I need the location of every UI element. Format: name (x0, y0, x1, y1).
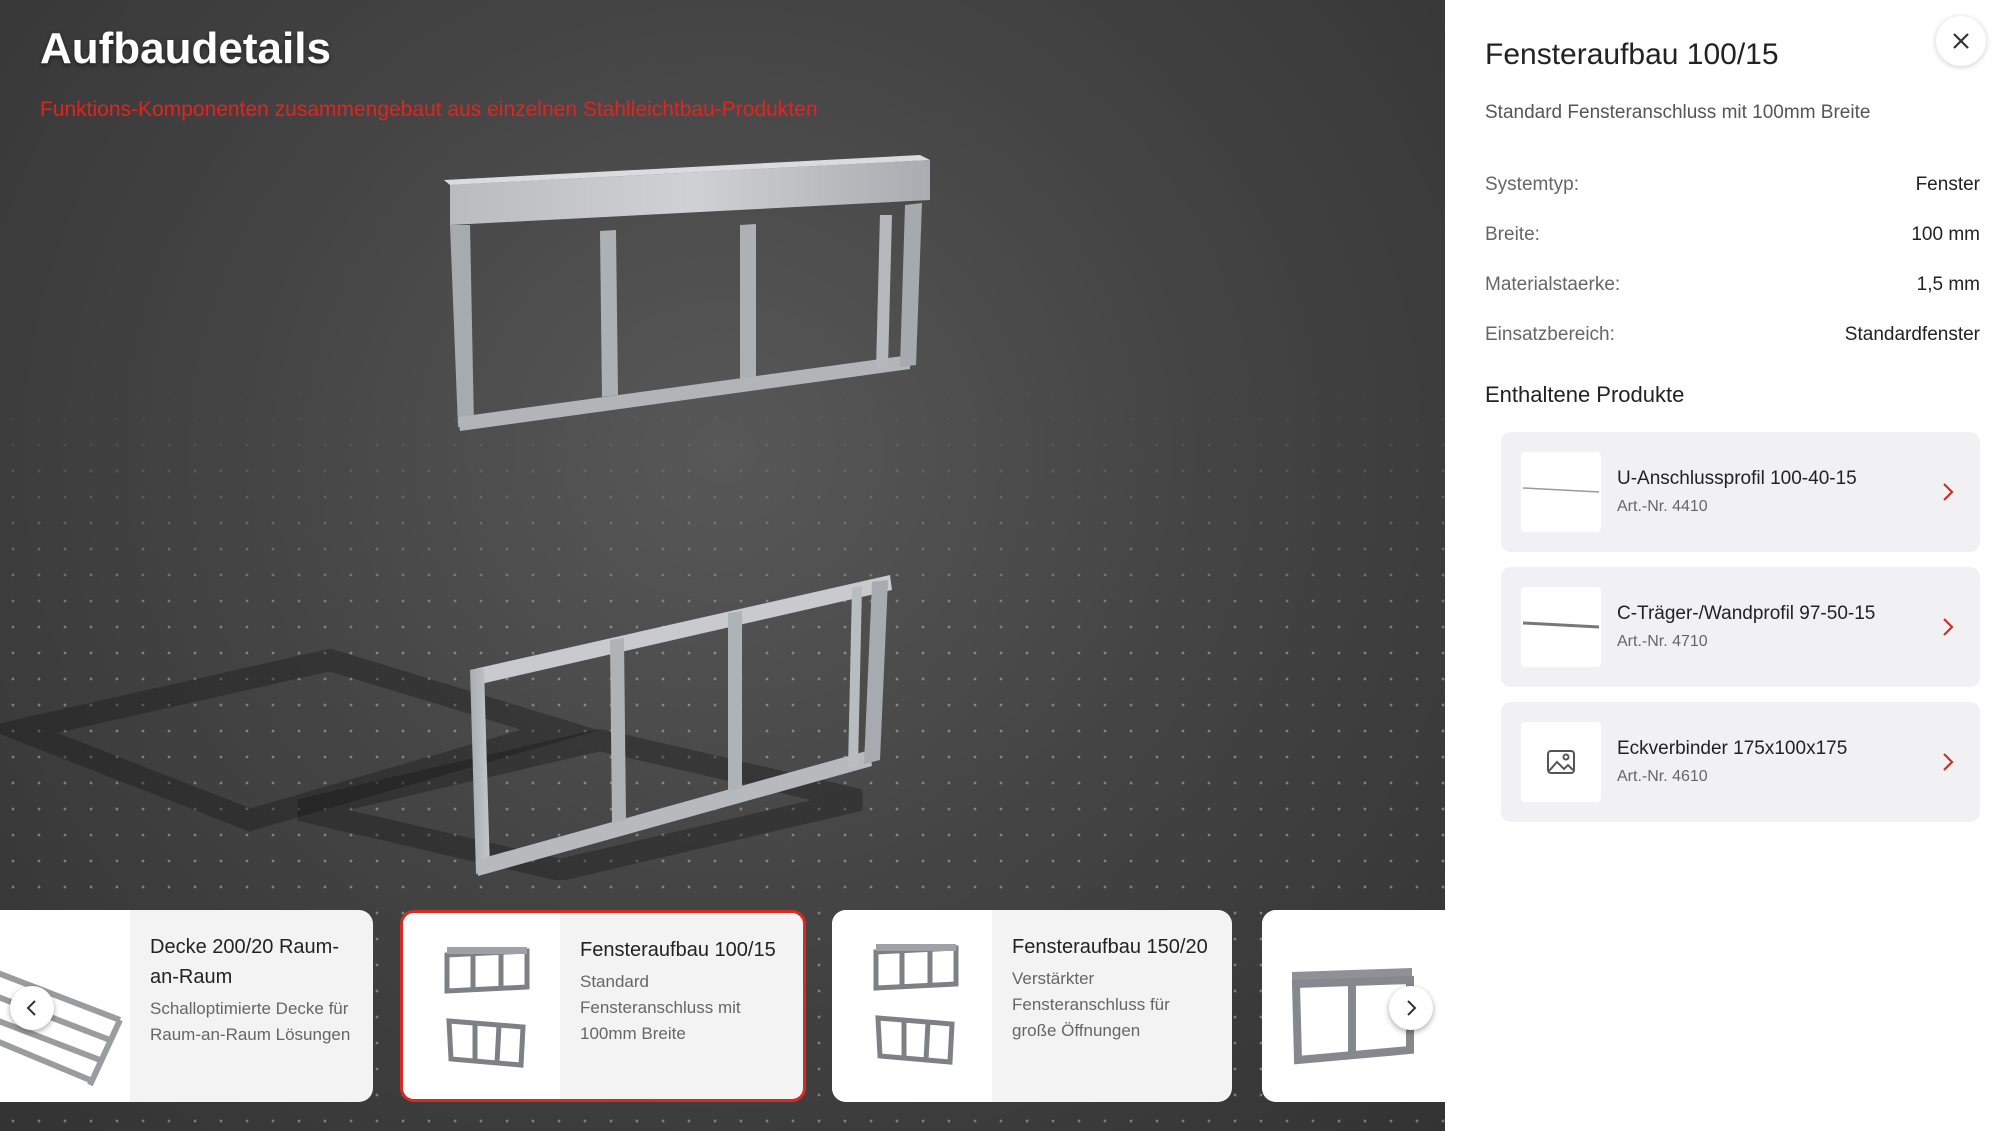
detail-panel: Fensteraufbau 100/15 Standard Fensterans… (1445, 0, 2000, 1131)
product-item-u-anschlussprofil[interactable]: U-Anschlussprofil 100-40-15 Art.-Nr. 441… (1501, 432, 1980, 552)
carousel-card-decke[interactable]: Decke 200/20 Raum-an-Raum Schalloptimier… (0, 910, 373, 1102)
image-placeholder-icon (1547, 750, 1575, 774)
product-name: C-Träger-/Wandprofil 97-50-15 (1617, 603, 1876, 624)
3d-viewer[interactable]: Aufbaudetails Funktions-Komponenten zusa… (0, 0, 1445, 1131)
chevron-right-icon (1936, 480, 1960, 504)
page-subtitle: Funktions-Komponenten zusammengebaut aus… (40, 98, 818, 121)
page-title: Aufbaudetails (40, 24, 331, 73)
card-description: Standard Fensteranschluss mit 100mm Brei… (580, 972, 741, 1043)
carousel-card-fensteraufbau-100-15[interactable]: Fensteraufbau 100/15 Standard Fensterans… (400, 910, 806, 1102)
window-frame-assembled (470, 575, 892, 876)
spec-value: Standardfenster (1844, 324, 1980, 345)
product-thumbnail (1521, 722, 1601, 802)
product-item-c-traeger[interactable]: C-Träger-/Wandprofil 97-50-15 Art.-Nr. 4… (1501, 567, 1980, 687)
carousel-prev-button[interactable] (10, 986, 54, 1030)
chevron-left-icon (26, 1000, 36, 1016)
product-name: U-Anschlussprofil 100-40-15 (1617, 468, 1857, 489)
card-title: Decke 200/20 Raum-an-Raum (150, 936, 339, 988)
window-frame-exploded (444, 155, 930, 431)
spec-label: Systemtyp: (1485, 174, 1579, 195)
chevron-right-icon (1936, 615, 1960, 639)
chevron-right-icon (1936, 750, 1960, 774)
product-item-eckverbinder[interactable]: Eckverbinder 175x100x175 Art.-Nr. 4610 (1501, 702, 1980, 822)
product-article-number: Art.-Nr. 4710 (1617, 633, 1708, 650)
card-title: Fensteraufbau 150/20 (1012, 936, 1208, 958)
panel-subtitle: Standard Fensteranschluss mit 100mm Brei… (1485, 102, 1871, 123)
spec-value: 100 mm (1911, 224, 1980, 245)
carousel-next-button[interactable] (1389, 986, 1433, 1030)
close-button[interactable] (1936, 16, 1986, 66)
spec-row-materialstaerke: Materialstaerke: 1,5 mm (1485, 260, 1980, 310)
spec-row-einsatzbereich: Einsatzbereich: Standardfenster (1485, 310, 1980, 360)
spec-label: Einsatzbereich: (1485, 324, 1615, 345)
product-name: Eckverbinder 175x100x175 (1617, 738, 1848, 759)
card-description: Verstärkter Fensteranschluss für große Ö… (1012, 969, 1170, 1040)
spec-list: Systemtyp: Fenster Breite: 100 mm Materi… (1485, 160, 1980, 360)
product-article-number: Art.-Nr. 4610 (1617, 768, 1708, 785)
products-heading: Enthaltene Produkte (1485, 382, 1685, 407)
spec-row-breite: Breite: 100 mm (1485, 210, 1980, 260)
close-icon (1953, 33, 1969, 49)
product-list: U-Anschlussprofil 100-40-15 Art.-Nr. 441… (1501, 432, 1980, 837)
spec-row-systemtyp: Systemtyp: Fenster (1485, 160, 1980, 210)
card-description: Schalloptimierte Decke für Raum-an-Raum … (150, 999, 351, 1044)
chevron-right-icon (1407, 1000, 1417, 1016)
spec-label: Materialstaerke: (1485, 274, 1621, 295)
spec-label: Breite: (1485, 224, 1540, 245)
card-title: Fensteraufbau 100/15 (580, 939, 776, 961)
product-thumbnail (1521, 452, 1601, 532)
product-thumbnail (1521, 587, 1601, 667)
panel-title: Fensteraufbau 100/15 (1485, 38, 1779, 71)
card-thumbnail (832, 910, 992, 1102)
component-carousel[interactable]: Decke 200/20 Raum-an-Raum Schalloptimier… (0, 890, 1445, 1131)
card-thumbnail (403, 913, 560, 1099)
spec-value: Fenster (1915, 174, 1980, 195)
product-article-number: Art.-Nr. 4410 (1617, 498, 1708, 515)
carousel-card-fensteraufbau-150-20[interactable]: Fensteraufbau 150/20 Verstärkter Fenster… (832, 910, 1232, 1102)
spec-value: 1,5 mm (1916, 274, 1980, 295)
